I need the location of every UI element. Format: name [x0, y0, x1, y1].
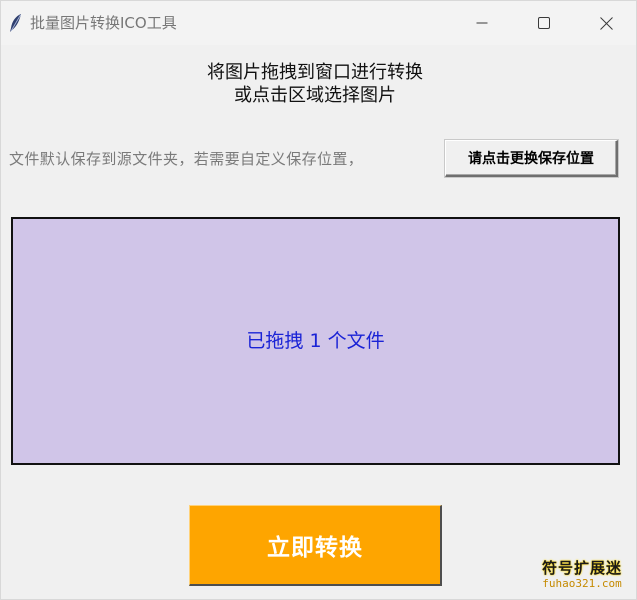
site-watermark: 符号扩展迷 fuhao321.com: [532, 559, 632, 599]
watermark-title: 符号扩展迷: [541, 559, 622, 577]
convert-now-button[interactable]: 立即转换: [189, 505, 442, 586]
minimize-icon: [476, 22, 488, 24]
save-location-note: 文件默认保存到源文件夹，若需要自定义保存位置，: [9, 150, 364, 168]
title-bar[interactable]: 批量图片转换ICO工具: [1, 1, 636, 45]
change-save-location-button[interactable]: 请点击更换保存位置: [445, 140, 618, 177]
app-window: 批量图片转换ICO工具 将图片拖拽到窗口进行转换 或点击区域选择图片 文件默认保…: [0, 0, 637, 600]
window-title: 批量图片转换ICO工具: [30, 14, 177, 32]
minimize-button[interactable]: [459, 5, 505, 41]
close-icon: [599, 16, 613, 30]
maximize-icon: [538, 17, 550, 29]
drop-zone[interactable]: 已拖拽 1 个文件: [11, 217, 620, 465]
instruction-line-1: 将图片拖拽到窗口进行转换: [207, 62, 423, 83]
instruction-line-2: 或点击区域选择图片: [234, 85, 396, 106]
watermark-url: fuhao321.com: [542, 577, 622, 590]
feather-icon: [8, 13, 24, 33]
instruction-text: 将图片拖拽到窗口进行转换 或点击区域选择图片: [1, 61, 629, 107]
drop-zone-status: 已拖拽 1 个文件: [246, 330, 385, 352]
close-button[interactable]: [583, 5, 629, 41]
maximize-button[interactable]: [521, 5, 567, 41]
